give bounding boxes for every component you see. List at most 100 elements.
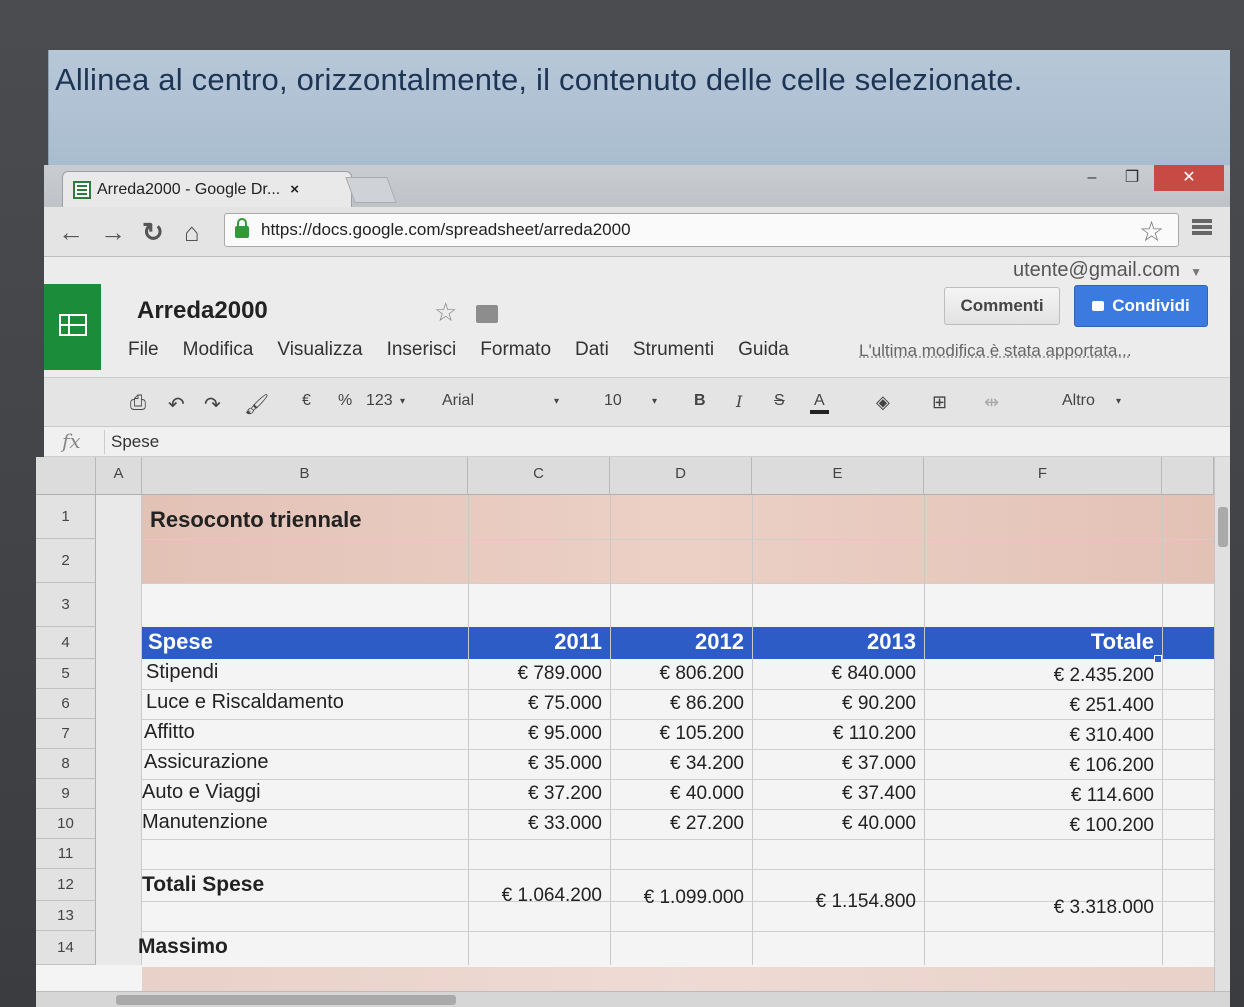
bold-button[interactable]: B	[694, 392, 706, 410]
comments-button[interactable]: Commenti	[944, 287, 1060, 325]
font-select[interactable]: Arial	[442, 392, 474, 410]
reload-icon[interactable]: ↻	[142, 217, 164, 248]
cell-2013[interactable]: € 110.200	[752, 723, 916, 745]
folder-icon[interactable]	[476, 305, 498, 323]
home-icon[interactable]: ⌂	[184, 217, 200, 248]
row-header[interactable]: 12	[36, 869, 96, 901]
currency-button[interactable]: €	[302, 392, 311, 410]
more-caret-icon[interactable]: ▾	[1116, 396, 1121, 407]
formula-input[interactable]: Spese	[111, 432, 159, 452]
totals-label[interactable]: Totali Spese	[142, 873, 264, 897]
header-2011[interactable]: 2011	[468, 629, 602, 655]
menu-formato[interactable]: Formato	[480, 339, 551, 361]
row-header[interactable]: 7	[36, 719, 96, 749]
window-close-button[interactable]: ✕	[1154, 165, 1224, 191]
column-header-b[interactable]: B	[142, 457, 468, 495]
bookmark-star-icon[interactable]: ☆	[1139, 215, 1164, 248]
cell-2013[interactable]: € 37.400	[752, 783, 916, 805]
header-totale[interactable]: Totale	[924, 629, 1154, 655]
cell-2013[interactable]: € 840.000	[752, 663, 916, 685]
cell-2011[interactable]: € 33.000	[468, 813, 602, 835]
row-header[interactable]: 8	[36, 749, 96, 779]
cell-2012[interactable]: € 806.200	[610, 663, 744, 685]
fill-handle[interactable]	[1154, 655, 1162, 663]
chrome-menu-icon[interactable]	[1192, 219, 1212, 235]
cell-2011[interactable]: € 75.000	[468, 693, 602, 715]
fill-color-icon[interactable]: ◈	[876, 392, 890, 413]
cell-totale[interactable]: € 251.400	[924, 695, 1154, 717]
percent-button[interactable]: %	[338, 392, 352, 410]
horizontal-scroll-thumb[interactable]	[116, 995, 456, 1005]
cell-totale[interactable]: € 106.200	[924, 755, 1154, 777]
column-header-a[interactable]: A	[96, 457, 142, 495]
forward-arrow-icon[interactable]: →	[100, 217, 126, 248]
cell-2012[interactable]: € 105.200	[610, 723, 744, 745]
total-2012[interactable]: € 1.099.000	[610, 887, 744, 909]
last-edit-link[interactable]: L'ultima modifica è stata apportata...	[859, 341, 1132, 361]
row-label[interactable]: Stipendi	[146, 661, 218, 684]
more-button[interactable]: Altro	[1062, 392, 1095, 410]
cell-2013[interactable]: € 40.000	[752, 813, 916, 835]
row-label[interactable]: Affitto	[144, 721, 195, 744]
header-2013[interactable]: 2013	[752, 629, 916, 655]
font-size-caret-icon[interactable]: ▾	[652, 396, 657, 407]
new-tab-button[interactable]	[345, 177, 397, 203]
strikethrough-button[interactable]: S	[774, 392, 785, 410]
cell-2012[interactable]: € 86.200	[610, 693, 744, 715]
cell-totale[interactable]: € 100.200	[924, 815, 1154, 837]
row-header[interactable]: 9	[36, 779, 96, 809]
row-header[interactable]: 4	[36, 627, 96, 659]
star-icon[interactable]: ☆	[434, 297, 457, 328]
row-header[interactable]: 1	[36, 495, 96, 539]
cell-2013[interactable]: € 37.000	[752, 753, 916, 775]
menu-visualizza[interactable]: Visualizza	[277, 339, 362, 361]
cell-totale[interactable]: € 310.400	[924, 725, 1154, 747]
total-2013[interactable]: € 1.154.800	[752, 891, 916, 913]
menu-inserisci[interactable]: Inserisci	[387, 339, 457, 361]
font-size-select[interactable]: 10	[604, 392, 622, 410]
row-header[interactable]: 5	[36, 659, 96, 689]
cell-2012[interactable]: € 40.000	[610, 783, 744, 805]
italic-button[interactable]: I	[736, 392, 742, 411]
cell-2011[interactable]: € 789.000	[468, 663, 602, 685]
menu-strumenti[interactable]: Strumenti	[633, 339, 714, 361]
address-bar[interactable]: https://docs.google.com/spreadsheet/arre…	[224, 213, 1179, 247]
cell-2012[interactable]: € 34.200	[610, 753, 744, 775]
column-header-e[interactable]: E	[752, 457, 924, 495]
borders-icon[interactable]: ⊞	[932, 392, 947, 413]
spreadsheet-grid[interactable]: A B C D E F 1 2 3 4 5 6 7 8 9 10 11 12 1…	[36, 457, 1230, 1007]
back-arrow-icon[interactable]: ←	[58, 217, 84, 248]
font-caret-icon[interactable]: ▾	[554, 396, 559, 407]
column-header-f[interactable]: F	[924, 457, 1162, 495]
tab-close-icon[interactable]: ×	[290, 181, 299, 198]
row-header[interactable]: 14	[36, 931, 96, 965]
undo-icon[interactable]: ↶	[168, 392, 185, 417]
number-format-button[interactable]: 123	[366, 392, 393, 410]
minimize-button[interactable]: –	[1074, 165, 1110, 191]
header-2012[interactable]: 2012	[610, 629, 744, 655]
row-label[interactable]: Manutenzione	[142, 811, 268, 834]
menu-file[interactable]: File	[128, 339, 159, 361]
row-header[interactable]: 11	[36, 839, 96, 869]
share-button[interactable]: Condividi	[1074, 285, 1208, 327]
number-format-caret-icon[interactable]: ▾	[400, 396, 405, 407]
row-header[interactable]: 2	[36, 539, 96, 583]
horizontal-scrollbar[interactable]	[36, 991, 1230, 1007]
header-spese[interactable]: Spese	[148, 629, 213, 655]
account-caret-icon[interactable]: ▼	[1190, 265, 1202, 279]
text-color-button[interactable]: A	[810, 392, 829, 414]
cell-2013[interactable]: € 90.200	[752, 693, 916, 715]
max-label[interactable]: Massimo	[138, 935, 228, 959]
user-account[interactable]: utente@gmail.com	[1013, 259, 1180, 282]
cell-totale[interactable]: € 2.435.200	[924, 665, 1154, 687]
row-header[interactable]: 13	[36, 901, 96, 931]
row-header[interactable]: 3	[36, 583, 96, 627]
column-header-d[interactable]: D	[610, 457, 752, 495]
row-label[interactable]: Luce e Riscaldamento	[146, 691, 344, 714]
select-all-corner[interactable]	[36, 457, 96, 495]
cell-totale[interactable]: € 114.600	[924, 785, 1154, 807]
vertical-scrollbar[interactable]	[1214, 457, 1230, 1007]
column-header-c[interactable]: C	[468, 457, 610, 495]
print-icon[interactable]: ⎙	[130, 392, 146, 415]
merge-cells-icon[interactable]: ⇹	[984, 392, 999, 413]
